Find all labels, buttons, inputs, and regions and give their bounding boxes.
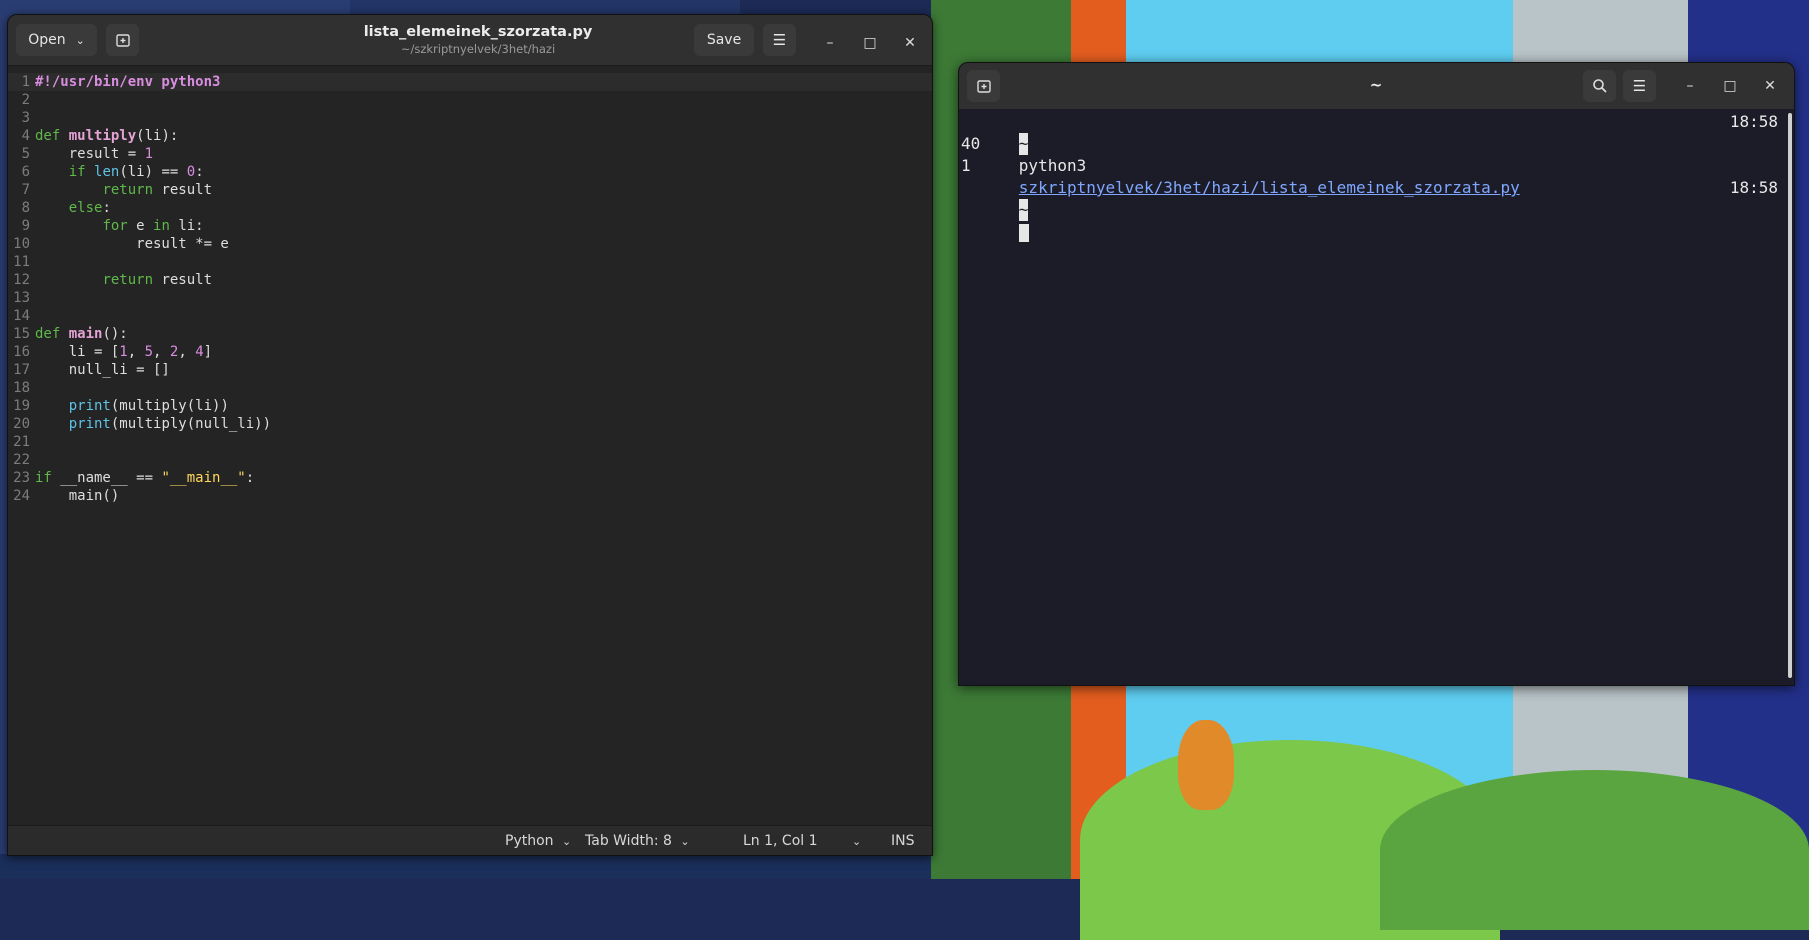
cursor-position[interactable]: Ln 1, Col 1 ⌄	[743, 833, 861, 849]
document-title: lista_elemeinek_szorzata.py	[363, 24, 593, 40]
open-label: Open	[28, 32, 66, 48]
line-number: 22	[13, 452, 30, 468]
line-number: 3	[21, 110, 30, 126]
line-number: 24	[13, 488, 30, 504]
tab-width-label: Tab Width: 8	[585, 833, 672, 849]
hamburger-menu-icon: ☰	[1632, 77, 1647, 95]
new-tab-icon	[976, 80, 991, 93]
prompt-timestamp: 18:58	[1729, 178, 1778, 197]
terminal-window: ~ ☰ – □ ✕ ~ python3 szkriptnyelvek/3het/…	[958, 62, 1795, 686]
language-selector[interactable]: Python ⌄	[505, 833, 571, 849]
code-text: print(multiply(li))	[68, 398, 229, 414]
search-button[interactable]	[1583, 70, 1616, 102]
line-number: 21	[13, 434, 30, 450]
editor-statusbar: Python ⌄ Tab Width: 8 ⌄ Ln 1, Col 1 ⌄ IN…	[8, 825, 932, 855]
line-number: 4	[21, 128, 30, 144]
chevron-down-icon: ⌄	[561, 835, 572, 848]
code-text: def multiply(li):	[35, 128, 179, 144]
wallpaper-bottom-left	[0, 854, 931, 879]
prompt-symbol: ~	[1018, 133, 1029, 155]
line-number: 23	[13, 470, 30, 486]
code-text: print(multiply(null_li))	[68, 416, 272, 432]
line-number: 20	[13, 416, 30, 432]
line-number: 13	[13, 290, 30, 306]
tab-width-selector[interactable]: Tab Width: 8 ⌄	[585, 833, 690, 849]
code-text: result *= e	[35, 236, 229, 252]
text-cursor	[1018, 223, 1029, 242]
code-text: if len(li) == 0:	[68, 164, 204, 180]
prompt-line: ~	[961, 177, 1029, 242]
minimize-icon[interactable]: –	[820, 33, 840, 53]
code-text: def main():	[35, 326, 128, 342]
command-timestamp: 18:58	[1729, 112, 1778, 131]
line-number: 17	[13, 362, 30, 378]
document-path: ~/szkriptnyelvek/3het/hazi	[400, 42, 556, 56]
prompt-symbol: ~	[1018, 199, 1029, 221]
terminal-title: ~	[1369, 76, 1383, 94]
chevron-down-icon: ⌄	[680, 835, 690, 848]
line-number: 9	[21, 218, 30, 234]
output-line: 1	[961, 156, 971, 175]
line-number: 15	[13, 326, 30, 342]
line-number: 10	[13, 236, 30, 252]
code-text: main()	[35, 488, 120, 504]
chevron-down-icon: ⌄	[75, 33, 85, 47]
code-text: result = 1	[35, 146, 154, 162]
insert-mode-indicator[interactable]: INS	[891, 833, 915, 849]
new-tab-icon	[115, 34, 130, 47]
line-number: 2	[21, 92, 30, 108]
line-number: 6	[21, 164, 30, 180]
new-tab-button[interactable]	[967, 70, 1000, 102]
line-number: 19	[13, 398, 30, 414]
close-icon[interactable]: ✕	[900, 33, 920, 53]
line-number: 14	[13, 308, 30, 324]
terminal-output[interactable]: ~ python3 szkriptnyelvek/3het/hazi/lista…	[959, 109, 1794, 685]
code-editor[interactable]: 1 #!/usr/bin/env python3 2 3 4 def multiply(l…	[8, 65, 932, 835]
hamburger-menu-icon: ☰	[772, 31, 787, 49]
line-number: 1	[21, 74, 30, 90]
output-line: 40	[961, 134, 981, 153]
line-number: 12	[13, 272, 30, 288]
close-icon[interactable]: ✕	[1760, 76, 1780, 96]
line-number: 16	[13, 344, 30, 360]
code-text: null_li = []	[35, 362, 170, 378]
terminal-headerbar: ~ ☰ – □ ✕	[959, 63, 1794, 110]
wallpaper-hill-2	[1380, 770, 1809, 930]
line-number: 8	[21, 200, 30, 216]
line-number: 18	[13, 380, 30, 396]
command-text: python3	[1018, 156, 1087, 175]
maximize-icon[interactable]: □	[860, 33, 880, 53]
code-text: for e in li:	[102, 218, 204, 234]
save-button[interactable]: Save	[694, 24, 754, 56]
minimize-icon[interactable]: –	[1680, 76, 1700, 96]
menu-button[interactable]: ☰	[1623, 70, 1656, 102]
menu-button[interactable]: ☰	[763, 24, 796, 56]
cursor-position-label: Ln 1, Col 1	[743, 833, 818, 849]
search-icon	[1592, 79, 1607, 93]
code-text: return result	[102, 182, 213, 198]
line-number: 7	[21, 182, 30, 198]
code-text: else:	[68, 200, 111, 216]
code-text: #!/usr/bin/env python3	[35, 74, 221, 90]
chevron-down-icon: ⌄	[851, 835, 862, 848]
terminal-scrollbar[interactable]	[1788, 113, 1792, 678]
wallpaper-lantern	[1178, 720, 1234, 810]
command-line: ~ python3 szkriptnyelvek/3het/hazi/lista…	[961, 111, 1520, 197]
code-text: return result	[102, 272, 213, 288]
open-button[interactable]: Open ⌄	[16, 24, 97, 56]
new-tab-button[interactable]	[106, 24, 139, 56]
line-number: 11	[13, 254, 30, 270]
maximize-icon[interactable]: □	[1720, 76, 1740, 96]
line-number: 5	[21, 146, 30, 162]
code-text: if __name__ == "__main__":	[35, 470, 255, 486]
code-text: li = [1, 5, 2, 4]	[35, 344, 213, 360]
script-path-link[interactable]: szkriptnyelvek/3het/hazi/lista_elemeinek…	[1019, 178, 1520, 197]
text-editor-window: Open ⌄ lista_elemeinek_szorzata.py ~/szk…	[7, 14, 933, 856]
language-label: Python	[505, 833, 554, 849]
editor-headerbar: Open ⌄ lista_elemeinek_szorzata.py ~/szk…	[8, 15, 932, 66]
